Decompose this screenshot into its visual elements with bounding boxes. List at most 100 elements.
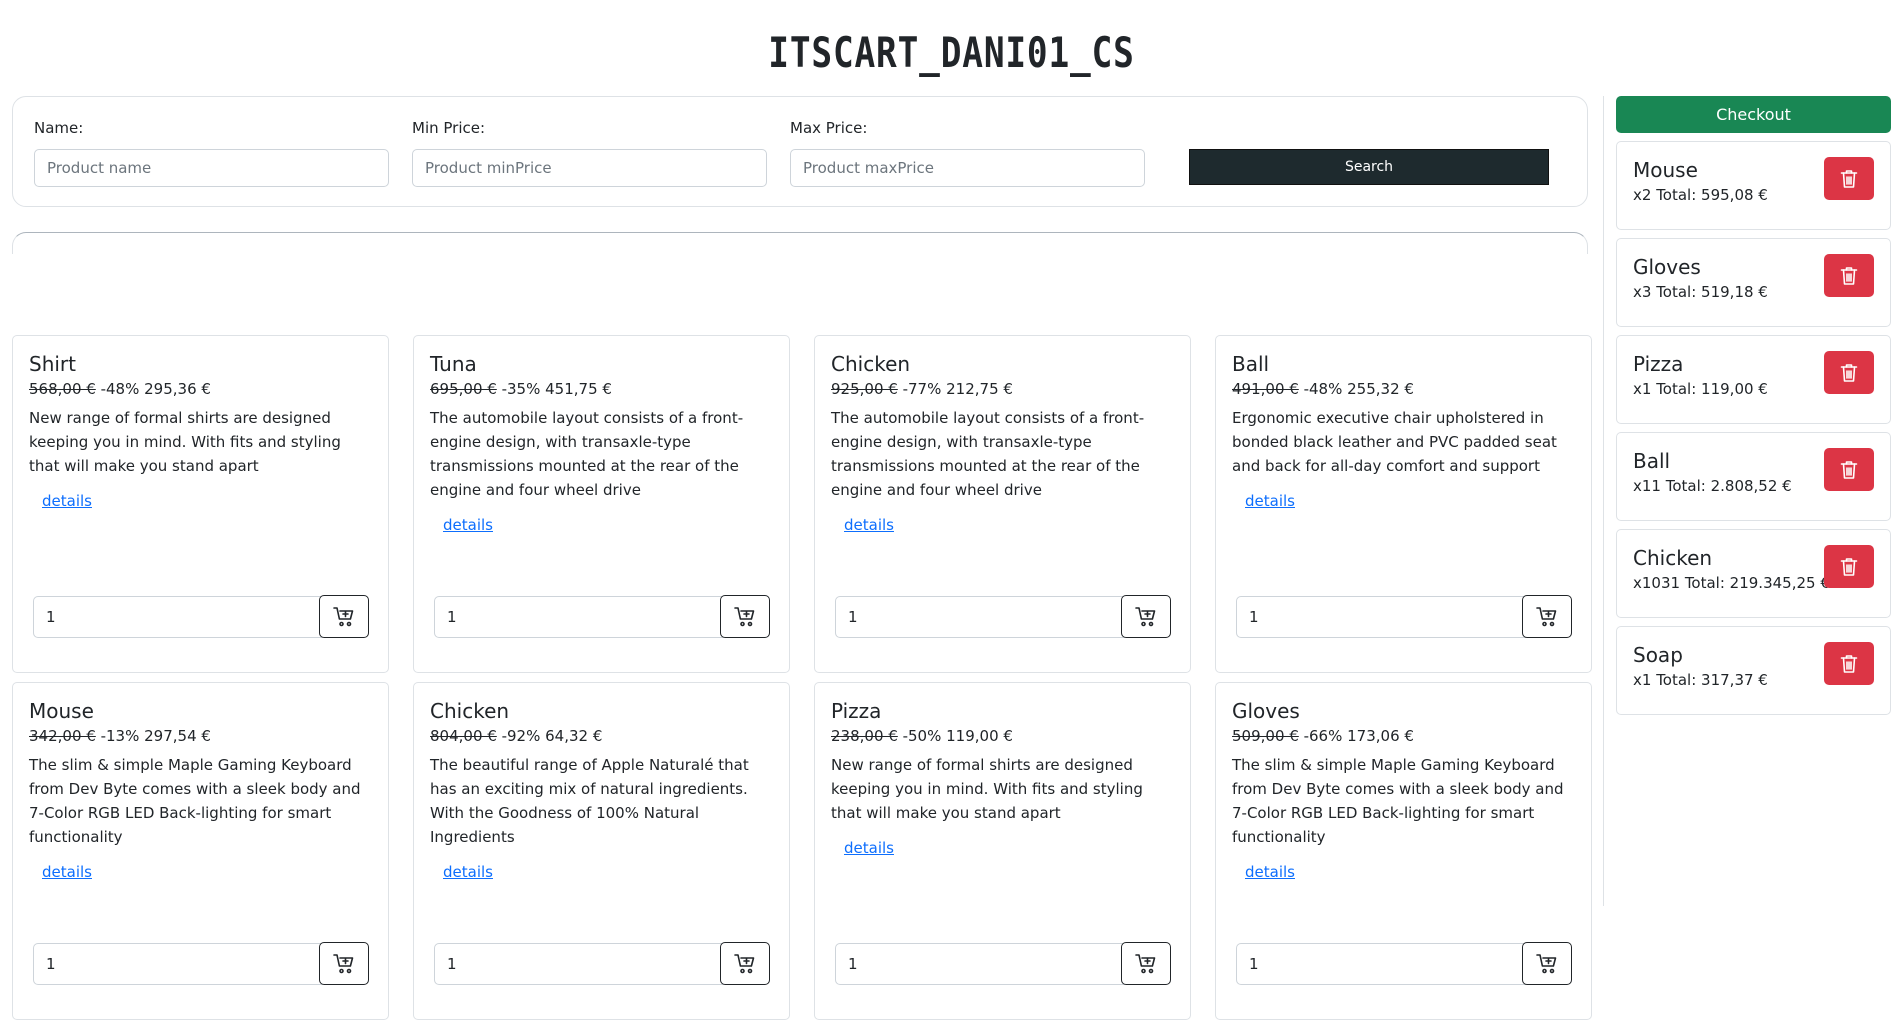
product-name: Chicken: [430, 699, 510, 723]
name-input[interactable]: [34, 149, 389, 187]
add-to-cart-group: [1236, 595, 1572, 638]
product-price: 804,00 € -92% 64,32 €: [430, 727, 773, 745]
discounted-price: 297,54 €: [144, 727, 211, 745]
max-price-input[interactable]: [790, 149, 1145, 187]
discounted-price: 64,32 €: [545, 727, 603, 745]
add-to-cart-group: [1236, 942, 1572, 985]
discounted-price: 212,75 €: [946, 380, 1013, 398]
search-form: Name: Min Price: Max Price: Search: [12, 96, 1588, 207]
product-description: The automobile layout consists of a fron…: [430, 409, 744, 499]
cart-plus-icon: [1536, 606, 1558, 628]
details-link[interactable]: details: [42, 492, 92, 510]
product-price: 695,00 € -35% 451,75 €: [430, 380, 773, 398]
product-name: Chicken: [831, 352, 911, 376]
discount-badge: -48%: [1303, 380, 1343, 398]
product-description: New range of formal shirts are designed …: [29, 409, 341, 475]
remove-item-button[interactable]: [1824, 157, 1874, 200]
cart-plus-icon: [734, 606, 756, 628]
quantity-input[interactable]: [835, 596, 1125, 638]
details-link[interactable]: details: [844, 839, 894, 857]
product-name: Shirt: [29, 352, 76, 376]
product-grid: Shirt 568,00 € -48% 295,36 € New range of …: [12, 335, 1592, 1020]
quantity-input[interactable]: [33, 596, 323, 638]
quantity-input[interactable]: [33, 943, 323, 985]
remove-item-button[interactable]: [1824, 448, 1874, 491]
product-card: Shirt 568,00 € -48% 295,36 € New range of …: [12, 335, 389, 673]
sidebar-divider: [1603, 96, 1604, 906]
section-divider: [12, 232, 1588, 254]
original-price: 342,00 €: [29, 727, 96, 745]
remove-item-button[interactable]: [1824, 254, 1874, 297]
quantity-input[interactable]: [1236, 943, 1526, 985]
trash-icon: [1840, 557, 1858, 577]
add-to-cart-button[interactable]: [1121, 942, 1171, 985]
remove-item-button[interactable]: [1824, 545, 1874, 588]
remove-item-button[interactable]: [1824, 642, 1874, 685]
trash-icon: [1840, 363, 1858, 383]
product-price: 491,00 € -48% 255,32 €: [1232, 380, 1575, 398]
cart-item: Ball x11 Total: 2.808,52 €: [1616, 432, 1891, 521]
product-name: Ball: [1232, 352, 1270, 376]
product-price: 925,00 € -77% 212,75 €: [831, 380, 1174, 398]
cart-plus-icon: [1536, 953, 1558, 975]
product-card: Mouse 342,00 € -13% 297,54 € The slim & si…: [12, 682, 389, 1020]
original-price: 238,00 €: [831, 727, 898, 745]
details-link[interactable]: details: [1245, 492, 1295, 510]
max-price-field-group: Max Price:: [790, 119, 1145, 187]
checkout-button[interactable]: Checkout: [1616, 96, 1891, 133]
add-to-cart-button[interactable]: [319, 942, 369, 985]
product-description: The beautiful range of Apple Naturalé th…: [430, 756, 749, 846]
cart-item: Mouse x2 Total: 595,08 €: [1616, 141, 1891, 230]
cart-plus-icon: [734, 953, 756, 975]
add-to-cart-button[interactable]: [1522, 942, 1572, 985]
trash-icon: [1840, 460, 1858, 480]
product-description: The slim & simple Maple Gaming Keyboard …: [1232, 756, 1564, 846]
cart-item: Chicken x1031 Total: 219.345,25 €: [1616, 529, 1891, 618]
add-to-cart-group: [835, 595, 1171, 638]
add-to-cart-button[interactable]: [720, 595, 770, 638]
product-card: Chicken 925,00 € -77% 212,75 € The automob…: [814, 335, 1191, 673]
discounted-price: 451,75 €: [545, 380, 612, 398]
add-to-cart-button[interactable]: [1121, 595, 1171, 638]
add-to-cart-button[interactable]: [720, 942, 770, 985]
cart-list: Mouse x2 Total: 595,08 € Gloves x3 Total: 5…: [1616, 141, 1891, 723]
quantity-input[interactable]: [434, 596, 724, 638]
original-price: 568,00 €: [29, 380, 96, 398]
min-price-label: Min Price:: [412, 119, 486, 137]
cart-plus-icon: [1135, 606, 1157, 628]
product-description: Ergonomic executive chair upholstered in…: [1232, 409, 1557, 475]
product-name: Gloves: [1232, 699, 1300, 723]
original-price: 925,00 €: [831, 380, 898, 398]
details-link[interactable]: details: [844, 516, 894, 534]
product-price: 238,00 € -50% 119,00 €: [831, 727, 1174, 745]
discounted-price: 295,36 €: [144, 380, 211, 398]
details-link[interactable]: details: [443, 863, 493, 881]
search-button[interactable]: Search: [1189, 149, 1549, 185]
add-to-cart-button[interactable]: [319, 595, 369, 638]
trash-icon: [1840, 266, 1858, 286]
original-price: 695,00 €: [430, 380, 497, 398]
add-to-cart-group: [434, 595, 770, 638]
add-to-cart-button[interactable]: [1522, 595, 1572, 638]
remove-item-button[interactable]: [1824, 351, 1874, 394]
discount-badge: -66%: [1303, 727, 1343, 745]
trash-icon: [1840, 654, 1858, 674]
details-link[interactable]: details: [443, 516, 493, 534]
quantity-input[interactable]: [835, 943, 1125, 985]
details-link[interactable]: details: [42, 863, 92, 881]
details-link[interactable]: details: [1245, 863, 1295, 881]
product-card: Chicken 804,00 € -92% 64,32 € The beautifu…: [413, 682, 790, 1020]
cart-plus-icon: [1135, 953, 1157, 975]
cart-plus-icon: [333, 606, 355, 628]
discount-badge: -48%: [100, 380, 140, 398]
discounted-price: 255,32 €: [1347, 380, 1414, 398]
discounted-price: 119,00 €: [946, 727, 1013, 745]
min-price-input[interactable]: [412, 149, 767, 187]
cart-plus-icon: [333, 953, 355, 975]
cart-item: Gloves x3 Total: 519,18 €: [1616, 238, 1891, 327]
product-price: 342,00 € -13% 297,54 €: [29, 727, 372, 745]
min-price-field-group: Min Price:: [412, 119, 767, 187]
quantity-input[interactable]: [1236, 596, 1526, 638]
product-description: The automobile layout consists of a fron…: [831, 409, 1145, 499]
quantity-input[interactable]: [434, 943, 724, 985]
